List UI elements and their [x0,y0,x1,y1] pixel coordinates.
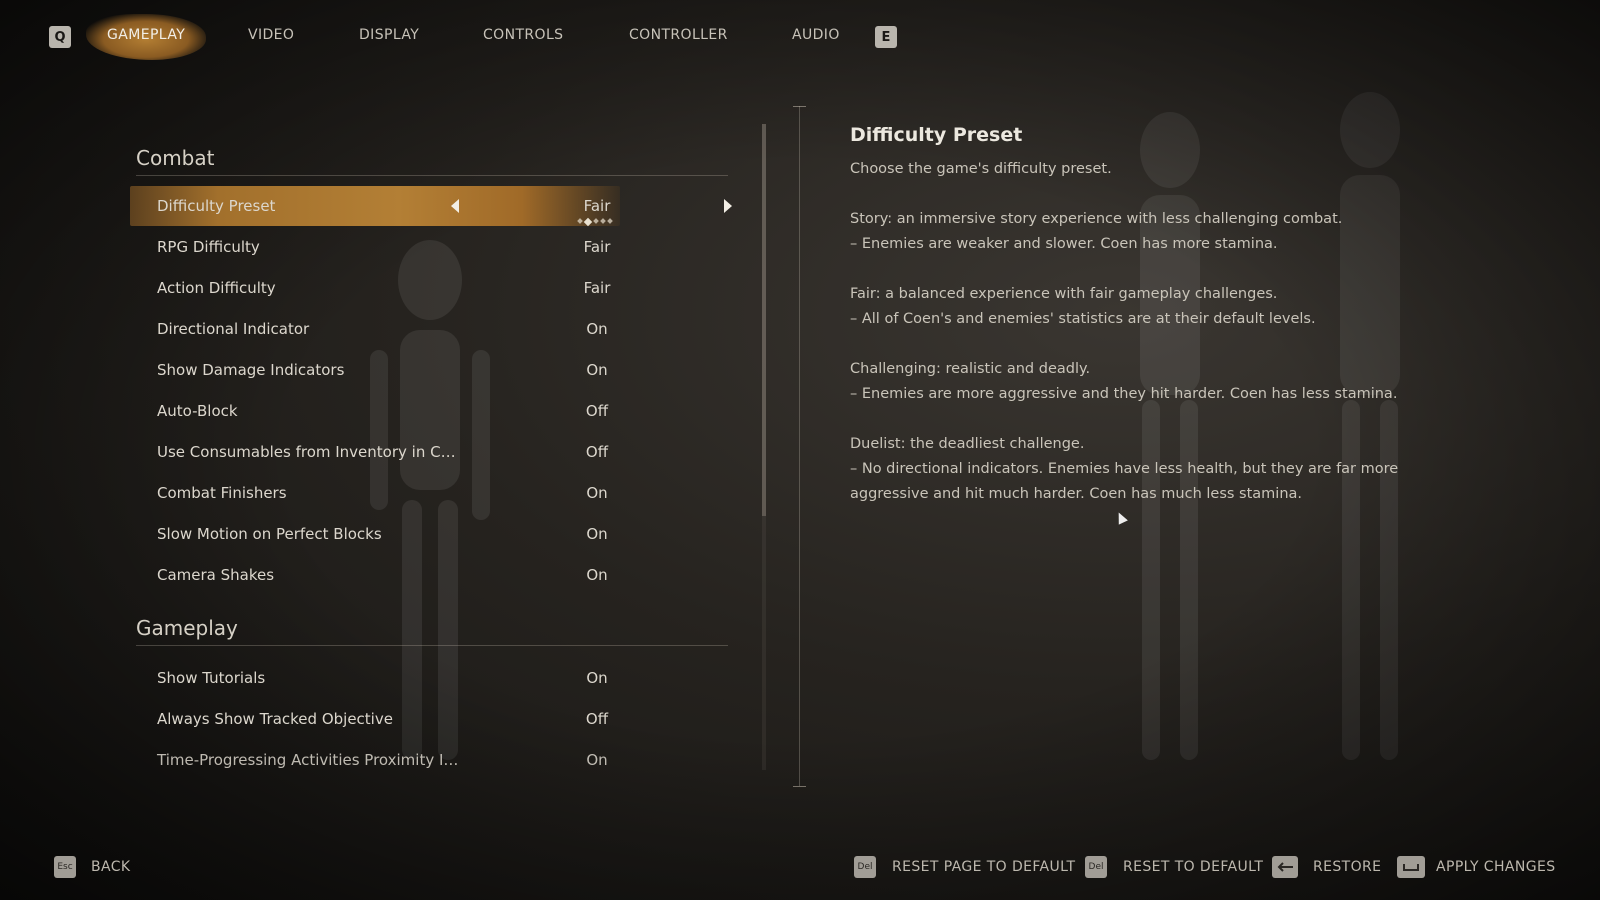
tab-display[interactable]: DISPLAY [359,27,419,43]
setting-row-auto-block[interactable]: Auto-Block Off [130,391,750,431]
description-challenging-line-1: Challenging: realistic and deadly. [850,361,1091,377]
setting-value: Off [585,443,609,461]
del-key-icon[interactable]: Del [1085,856,1107,878]
setting-value: On [586,525,608,543]
setting-row-difficulty-preset[interactable]: Difficulty Preset Fair [130,186,750,227]
setting-value: Fair [583,238,611,256]
setting-row-always-show-tracked-objective[interactable]: Always Show Tracked Objective Off [130,699,750,739]
arrow-left-icon[interactable] [451,199,459,213]
tab-audio[interactable]: AUDIO [792,27,840,43]
setting-label: Use Consumables from Inventory in C… [157,443,456,461]
del-key-icon[interactable]: Del [854,856,876,878]
tab-gameplay[interactable]: GAMEPLAY [107,27,185,43]
setting-row-combat-finishers[interactable]: Combat Finishers On [130,473,750,513]
description-story-line-2: – Enemies are weaker and slower. Coen ha… [850,236,1278,252]
section-title-gameplay: Gameplay [136,616,238,640]
prev-tab-key-q[interactable]: Q [49,26,71,48]
setting-row-rpg-difficulty[interactable]: RPG Difficulty Fair [130,227,750,267]
setting-value: On [586,320,608,338]
description-fair-line-1: Fair: a balanced experience with fair ga… [850,286,1278,302]
section-divider [136,645,728,646]
setting-label: Auto-Block [157,402,238,420]
setting-value: Off [585,710,609,728]
tab-video[interactable]: VIDEO [248,27,294,43]
setting-label: RPG Difficulty [157,238,260,256]
setting-label: Show Tutorials [157,669,266,687]
tab-controls[interactable]: CONTROLS [483,27,563,43]
setting-label: Combat Finishers [157,484,287,502]
description-fair-line-2: – All of Coen's and enemies' statistics … [850,311,1316,327]
back-button[interactable]: BACK [91,859,131,875]
setting-row-show-damage-indicators[interactable]: Show Damage Indicators On [130,350,750,390]
esc-key-icon[interactable]: Esc [54,856,76,878]
setting-value: On [586,484,608,502]
apply-changes-button[interactable]: APPLY CHANGES [1436,859,1556,875]
settings-list[interactable]: Combat Difficulty Preset Fair RPG Diffic… [130,130,750,790]
setting-label: Show Damage Indicators [157,361,345,379]
setting-row-action-difficulty[interactable]: Action Difficulty Fair [130,268,750,308]
description-duelist-line-3: aggressive and hit much harder. Coen has… [850,486,1303,502]
next-tab-key-e[interactable]: E [875,26,897,48]
setting-label: Slow Motion on Perfect Blocks [157,525,382,543]
settings-scrollbar[interactable] [762,124,766,770]
reset-page-to-default-button[interactable]: RESET PAGE TO DEFAULT [892,859,1075,875]
bottom-action-bar: Esc BACK Del RESET PAGE TO DEFAULT Del R… [0,840,1600,890]
setting-row-time-progressing-activities[interactable]: Time-Progressing Activities Proximity I…… [130,740,750,780]
option-position-dots [570,217,620,227]
description-title: Difficulty Preset [850,124,1023,146]
setting-row-camera-shakes[interactable]: Camera Shakes On [130,555,750,595]
mouse-cursor-icon [1114,510,1128,525]
description-challenging-line-2: – Enemies are more aggressive and they h… [850,386,1398,402]
restore-button[interactable]: RESTORE [1313,859,1381,875]
setting-label: Time-Progressing Activities Proximity I… [157,751,459,769]
setting-label: Camera Shakes [157,566,275,584]
spacebar-key-icon[interactable] [1397,856,1425,878]
setting-value: Off [585,402,609,420]
tab-controller[interactable]: CONTROLLER [629,27,728,43]
setting-label: Difficulty Preset [157,197,276,215]
setting-value: On [586,566,608,584]
setting-row-slow-motion[interactable]: Slow Motion on Perfect Blocks On [130,514,750,554]
top-tab-bar: Q GAMEPLAY VIDEO DISPLAY CONTROLS CONTRO… [0,0,1600,74]
divider-cap-top [793,106,806,107]
description-duelist-line-1: Duelist: the deadliest challenge. [850,436,1085,452]
divider-cap-bottom [793,786,806,787]
setting-value: Fair [583,197,611,215]
setting-label: Always Show Tracked Objective [157,710,393,728]
setting-row-directional-indicator[interactable]: Directional Indicator On [130,309,750,349]
setting-label: Directional Indicator [157,320,310,338]
setting-row-use-consumables[interactable]: Use Consumables from Inventory in C… Off [130,432,750,472]
setting-value: On [586,669,608,687]
panel-divider [799,106,800,786]
scrollbar-thumb[interactable] [762,124,766,516]
setting-value: On [586,361,608,379]
setting-label: Action Difficulty [157,279,276,297]
arrow-right-icon[interactable] [724,199,732,213]
description-story-line-1: Story: an immersive story experience wit… [850,211,1343,227]
backspace-key-icon[interactable] [1272,856,1298,878]
reset-to-default-button[interactable]: RESET TO DEFAULT [1123,859,1263,875]
section-divider [136,175,728,176]
description-panel: Difficulty Preset Choose the game's diff… [850,124,1410,507]
description-intro: Choose the game's difficulty preset. [850,161,1112,177]
setting-row-show-tutorials[interactable]: Show Tutorials On [130,658,750,698]
description-duelist-line-2: – No directional indicators. Enemies hav… [850,461,1399,477]
setting-value: On [586,751,608,769]
setting-value: Fair [583,279,611,297]
section-title-combat: Combat [136,146,215,170]
